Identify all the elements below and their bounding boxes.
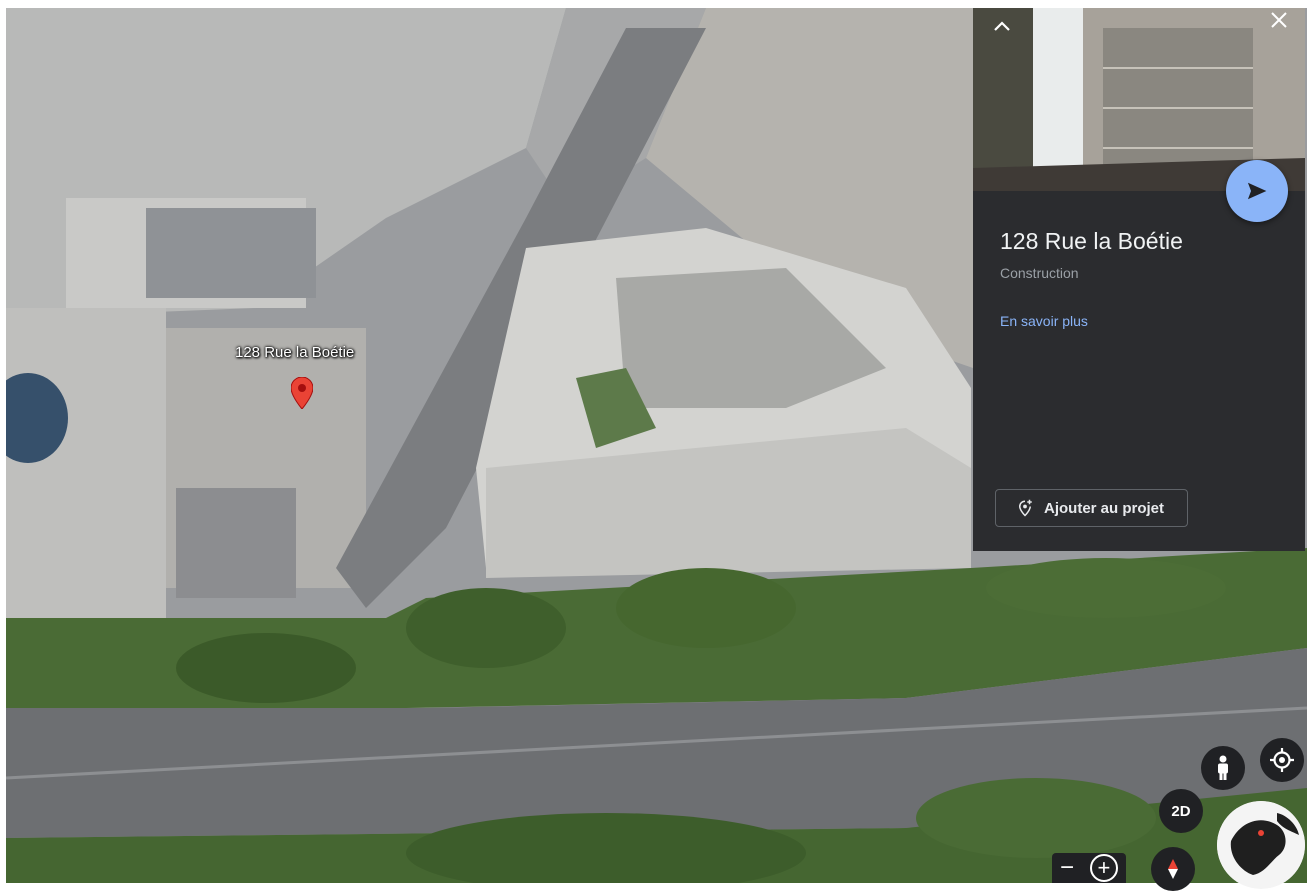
zoom-in-button[interactable]: +: [1089, 854, 1118, 882]
zoom-out-button[interactable]: −: [1060, 854, 1074, 882]
fly-to-paper-plane-icon[interactable]: [1226, 160, 1288, 222]
compass-icon[interactable]: [1151, 847, 1195, 891]
my-location-icon[interactable]: [1260, 738, 1304, 782]
place-info-panel: 128 Rue la Boétie Construction En savoir…: [973, 8, 1305, 551]
place-title: 128 Rue la Boétie: [1000, 228, 1183, 254]
close-icon[interactable]: [1267, 10, 1291, 34]
place-category: Construction: [1000, 265, 1079, 281]
toggle-2d-button[interactable]: 2D: [1159, 789, 1203, 833]
map-place-label[interactable]: 128 Rue la Boétie: [235, 344, 354, 361]
zoom-controls: − +: [1052, 853, 1126, 883]
add-to-project-button[interactable]: Ajouter au projet: [995, 489, 1188, 527]
collapse-chevron-up-icon[interactable]: [989, 16, 1015, 38]
globe-icon[interactable]: [1217, 801, 1305, 889]
street-view-pegman-icon[interactable]: [1201, 746, 1245, 790]
add-to-project-label: Ajouter au projet: [1044, 499, 1165, 517]
map-pin-icon[interactable]: [291, 377, 313, 409]
add-location-icon: [1018, 499, 1032, 517]
learn-more-link[interactable]: En savoir plus: [1000, 313, 1088, 329]
